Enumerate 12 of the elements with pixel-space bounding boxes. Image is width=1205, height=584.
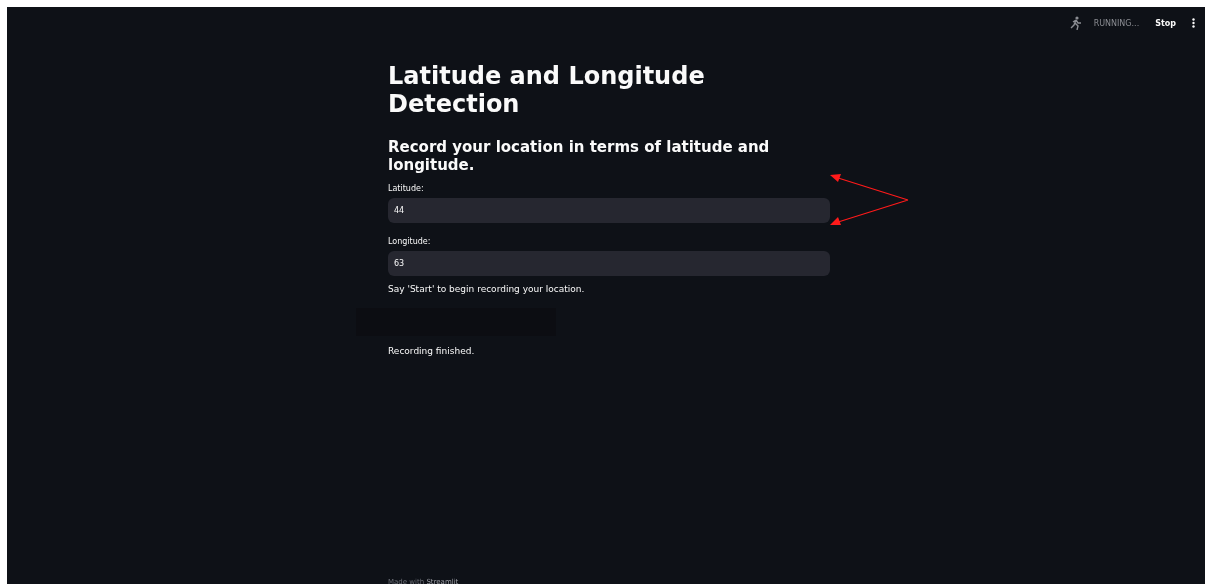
running-status: RUNNING...: [1093, 18, 1140, 28]
number-field[interactable]: 63: [388, 251, 830, 276]
field-label: Longitude:: [388, 237, 431, 246]
instruction-text: Say 'Start' to begin recording your location.: [388, 284, 585, 294]
stop-button[interactable]: Stop: [1151, 16, 1180, 30]
field-label: Latitude:: [388, 184, 424, 193]
page-title: Latitude and Longitude Detection: [388, 62, 706, 118]
menu-icon[interactable]: [1192, 18, 1195, 28]
running-figure-icon: [1069, 16, 1082, 30]
status-text: Recording finished.: [388, 346, 475, 356]
page-subtitle: Record your location in terms of latitude and longitude.: [388, 138, 771, 174]
number-field[interactable]: 44: [388, 198, 830, 223]
